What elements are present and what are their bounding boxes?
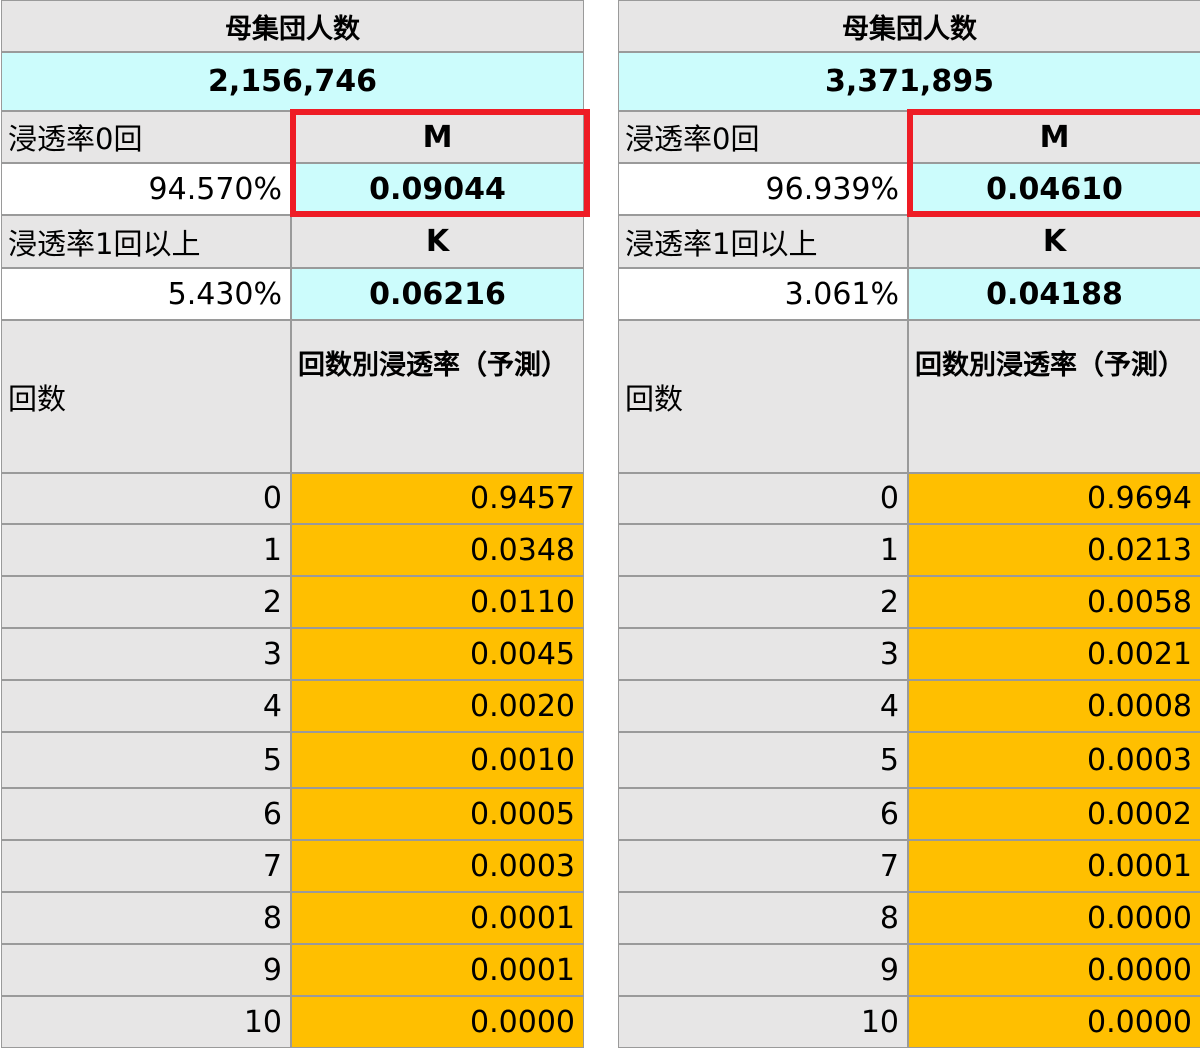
count-cell: 4	[1, 680, 291, 732]
rate-cell: 0.0003	[291, 840, 584, 892]
rate-header: 回数別浸透率（予測）	[291, 320, 584, 473]
count-cell: 3	[618, 628, 908, 680]
count-cell: 1	[618, 524, 908, 576]
rate-cell: 0.0000	[291, 996, 584, 1048]
rate-cell: 0.0001	[291, 892, 584, 944]
penetration-zero-label: 浸透率0回	[1, 111, 291, 163]
rate-cell: 0.0003	[908, 732, 1200, 788]
population-label: 母集団人数	[618, 0, 1200, 52]
penetration-one-plus-value: 3.061%	[618, 268, 908, 320]
count-cell: 6	[1, 788, 291, 840]
count-cell: 7	[618, 840, 908, 892]
m-value: 0.04610	[908, 163, 1200, 215]
rate-cell: 0.0045	[291, 628, 584, 680]
rate-cell: 0.0000	[908, 892, 1200, 944]
m-label: M	[908, 111, 1200, 163]
count-cell: 9	[618, 944, 908, 996]
count-cell: 5	[618, 732, 908, 788]
rate-cell: 0.0001	[908, 840, 1200, 892]
rate-cell: 0.0021	[908, 628, 1200, 680]
population-value: 3,371,895	[618, 52, 1200, 111]
count-cell: 5	[1, 732, 291, 788]
right-table-panel: 母集団人数 3,371,895 浸透率0回 M 96.939% 0.04610 浸透率1回以…	[618, 0, 1200, 1048]
k-value: 0.04188	[908, 268, 1200, 320]
rate-cell: 0.0110	[291, 576, 584, 628]
penetration-one-plus-value: 5.430%	[1, 268, 291, 320]
population-value: 2,156,746	[1, 52, 584, 111]
m-label: M	[291, 111, 584, 163]
penetration-one-plus-label: 浸透率1回以上	[618, 215, 908, 268]
rate-cell: 0.9457	[291, 473, 584, 524]
rate-cell: 0.0213	[908, 524, 1200, 576]
rate-cell: 0.0010	[291, 732, 584, 788]
rate-cell: 0.0008	[908, 680, 1200, 732]
penetration-zero-value: 94.570%	[1, 163, 291, 215]
k-label: K	[291, 215, 584, 268]
rate-cell: 0.0348	[291, 524, 584, 576]
rate-cell: 0.0002	[908, 788, 1200, 840]
count-cell: 0	[618, 473, 908, 524]
penetration-zero-value: 96.939%	[618, 163, 908, 215]
count-cell: 10	[618, 996, 908, 1048]
population-label: 母集団人数	[1, 0, 584, 52]
count-cell: 1	[1, 524, 291, 576]
count-cell: 8	[1, 892, 291, 944]
count-cell: 8	[618, 892, 908, 944]
rate-cell: 0.0020	[291, 680, 584, 732]
rate-cell: 0.0001	[291, 944, 584, 996]
penetration-one-plus-label: 浸透率1回以上	[1, 215, 291, 268]
rate-cell: 0.0058	[908, 576, 1200, 628]
count-cell: 10	[1, 996, 291, 1048]
count-cell: 2	[1, 576, 291, 628]
rate-cell: 0.0000	[908, 944, 1200, 996]
penetration-zero-label: 浸透率0回	[618, 111, 908, 163]
left-table-panel: 母集団人数 2,156,746 浸透率0回 M 94.570% 0.09044 浸透率1回以…	[1, 0, 590, 1048]
rate-cell: 0.0000	[908, 996, 1200, 1048]
count-header: 回数	[618, 320, 908, 473]
k-value: 0.06216	[291, 268, 584, 320]
count-cell: 0	[1, 473, 291, 524]
k-label: K	[908, 215, 1200, 268]
count-cell: 4	[618, 680, 908, 732]
rate-cell: 0.0005	[291, 788, 584, 840]
count-cell: 7	[1, 840, 291, 892]
count-header: 回数	[1, 320, 291, 473]
count-cell: 2	[618, 576, 908, 628]
rate-cell: 0.9694	[908, 473, 1200, 524]
count-cell: 6	[618, 788, 908, 840]
count-cell: 3	[1, 628, 291, 680]
count-cell: 9	[1, 944, 291, 996]
m-value: 0.09044	[291, 163, 584, 215]
rate-header: 回数別浸透率（予測）	[908, 320, 1200, 473]
